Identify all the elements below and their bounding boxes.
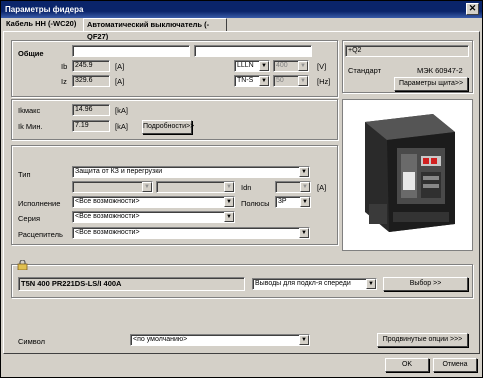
ib-label: Ib	[61, 62, 68, 71]
chevron-down-icon[interactable]: ▼	[224, 197, 234, 207]
iz-unit: [A]	[115, 77, 125, 86]
tab-breaker[interactable]: Автоматический выключатель (-QF27)	[83, 18, 227, 41]
series-value: <Все возможности>	[75, 213, 140, 220]
release-label: Расцепитель	[18, 230, 63, 239]
version-label: Исполнение	[18, 199, 61, 208]
symbol-select[interactable]: <по умолчанию> ▼	[130, 334, 310, 346]
chevron-down-icon[interactable]: ▼	[299, 335, 309, 345]
voltage-value: 400	[276, 62, 288, 69]
poles-select[interactable]: 3P ▼	[275, 196, 311, 208]
type-label: Тип	[18, 170, 31, 179]
feeder-parameters-dialog: Параметры фидера ✕ Кабель НН (-WC20) Авт…	[0, 0, 483, 378]
terminals-select[interactable]: Выводы для подкл-я спереди ▼	[252, 278, 377, 290]
ikmax-label: Ikмакс	[18, 106, 41, 115]
frequency-value: 50	[276, 77, 284, 84]
poles-value: 3P	[278, 198, 287, 205]
sub-select-1[interactable]: ▼	[72, 181, 153, 193]
earthing-select[interactable]: TN-S ▼	[234, 75, 270, 87]
chevron-down-icon: ▼	[224, 182, 234, 192]
standard-label: Стандарт	[348, 66, 382, 75]
idn-unit: [A]	[317, 183, 327, 192]
release-select[interactable]: <Все возможности> ▼	[72, 227, 310, 239]
system-select[interactable]: LLLN ▼	[234, 60, 270, 72]
panel-id-field: +Q2	[345, 45, 469, 57]
ikmax-value: 14.96	[72, 104, 110, 116]
iz-label: Iz	[61, 77, 67, 86]
ikmin-label: Ik Мин.	[18, 122, 43, 131]
series-label: Серия	[18, 214, 41, 223]
chevron-down-icon[interactable]: ▼	[259, 61, 269, 71]
ib-unit: [A]	[115, 62, 125, 71]
select-button[interactable]: Выбор >>	[383, 277, 468, 291]
tab-panel: Общие Ib 245.9 [A] Iz 329.6 [A] LLLN ▼ 4…	[3, 31, 480, 354]
version-select[interactable]: <Все возможности> ▼	[72, 196, 235, 208]
details-button[interactable]: Подробности>>	[142, 120, 194, 134]
name-field-1[interactable]	[72, 45, 190, 57]
system-value: LLLN	[237, 62, 254, 69]
earthing-value: TN-S	[237, 77, 254, 84]
board-params-button[interactable]: Параметры щита>>	[394, 77, 468, 91]
chevron-down-icon[interactable]: ▼	[224, 212, 234, 222]
chevron-down-icon[interactable]: ▼	[299, 167, 309, 177]
voltage-select[interactable]: 400 ▼	[273, 60, 309, 72]
window-title: Параметры фидера	[5, 5, 84, 14]
symbol-label: Символ	[18, 337, 46, 346]
device-name-field: T5N 400 PR221DS-LS/I 400A	[18, 277, 245, 291]
frequency-select[interactable]: 50 ▼	[273, 75, 309, 87]
standard-value: МЭК 60947-2	[417, 66, 463, 75]
chevron-down-icon: ▼	[298, 61, 308, 71]
chevron-down-icon: ▼	[300, 182, 310, 192]
chevron-down-icon[interactable]: ▼	[366, 279, 376, 289]
terminals-value: Выводы для подкл-я спереди	[255, 280, 351, 287]
advanced-options-button[interactable]: Продвинутые опции >>>	[377, 333, 468, 347]
type-value: Защита от КЗ и перегрузки	[75, 168, 163, 175]
ikmin-value: 7.19	[72, 120, 110, 132]
idn-select[interactable]: ▼	[275, 181, 311, 193]
breaker-image	[365, 114, 455, 232]
general-heading: Общие	[18, 49, 44, 58]
close-icon[interactable]: ✕	[466, 3, 479, 15]
lock-icon	[17, 259, 28, 271]
type-select[interactable]: Защита от КЗ и перегрузки ▼	[72, 166, 310, 178]
voltage-unit: [V]	[317, 62, 327, 71]
chevron-down-icon[interactable]: ▼	[299, 228, 309, 238]
frequency-unit: [Hz]	[317, 77, 331, 86]
chevron-down-icon: ▼	[298, 76, 308, 86]
sub-select-2[interactable]: ▼	[156, 181, 235, 193]
chevron-down-icon: ▼	[142, 182, 152, 192]
ok-button[interactable]: OK	[385, 358, 429, 372]
name-field-2[interactable]	[194, 45, 312, 57]
title-bar: Параметры фидера ✕	[1, 1, 482, 18]
ikmin-unit: [kA]	[115, 122, 128, 131]
product-image	[342, 99, 473, 251]
series-select[interactable]: <Все возможности> ▼	[72, 211, 235, 223]
ib-value: 245.9	[72, 60, 110, 72]
symbol-value: <по умолчанию>	[133, 336, 188, 343]
version-value: <Все возможности>	[75, 198, 140, 205]
iz-value: 329.6	[72, 75, 110, 87]
chevron-down-icon[interactable]: ▼	[300, 197, 310, 207]
poles-label: Полюсы	[241, 199, 270, 208]
chevron-down-icon[interactable]: ▼	[259, 76, 269, 86]
ikmax-unit: [kA]	[115, 106, 128, 115]
cancel-button[interactable]: Отмена	[433, 358, 477, 372]
release-value: <Все возможности>	[75, 229, 140, 236]
tab-cable[interactable]: Кабель НН (-WC20)	[3, 18, 83, 32]
idn-label: Idn	[241, 183, 252, 192]
